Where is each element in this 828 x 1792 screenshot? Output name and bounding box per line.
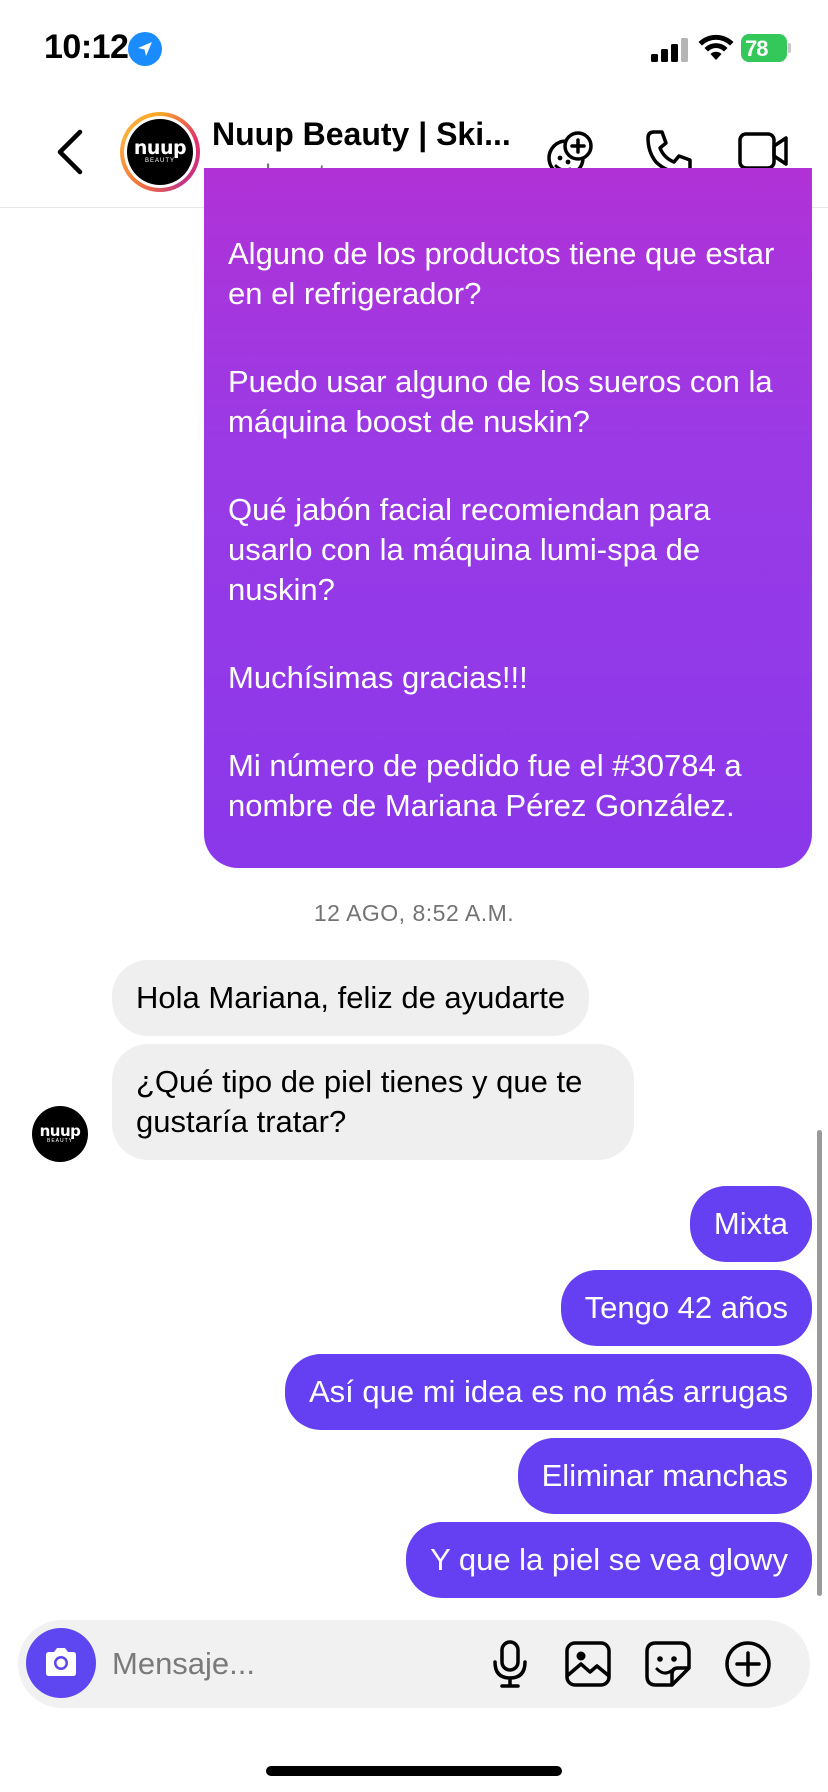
avatar-logo: nuup BEAUTY <box>127 119 193 185</box>
message-paragraph: Alguno de los productos tiene que estar … <box>228 236 775 311</box>
outgoing-message[interactable]: Así que mi idea es no más arrugas <box>284 1354 812 1430</box>
camera-icon[interactable] <box>26 1628 96 1698</box>
status-time: 10:12 <box>44 28 129 66</box>
battery-icon: 78 <box>741 34 791 62</box>
outgoing-message-long[interactable]: Alguno de los productos tiene que estar … <box>204 168 812 868</box>
message-thread: Alguno de los productos tiene que estar … <box>0 168 828 1608</box>
message-paragraph: Puedo usar alguno de los sueros con la m… <box>228 364 773 439</box>
message-paragraph: Muchísimas gracias!!! <box>228 660 528 695</box>
battery-percent: 78 <box>745 36 769 61</box>
outgoing-message[interactable]: Y que la piel se vea glowy <box>406 1522 812 1598</box>
message-input[interactable] <box>112 1638 472 1690</box>
logo-text: nuup <box>39 1122 81 1140</box>
logo-subtext: BEAUTY <box>46 1138 73 1144</box>
microphone-icon[interactable] <box>490 1640 530 1690</box>
outgoing-message[interactable]: Eliminar manchas <box>517 1438 812 1514</box>
sender-avatar[interactable]: nuup BEAUTY <box>32 1106 88 1162</box>
outgoing-message[interactable]: Mixta <box>689 1186 812 1262</box>
plus-icon[interactable] <box>724 1640 772 1688</box>
cellular-signal-icon <box>651 38 688 62</box>
wifi-icon <box>698 34 734 60</box>
location-arrow-icon <box>128 32 162 66</box>
battery-tip <box>788 43 791 53</box>
incoming-message[interactable]: Hola Mariana, feliz de ayudarte <box>112 960 590 1036</box>
sticker-icon[interactable] <box>644 1640 692 1688</box>
message-composer <box>18 1620 810 1708</box>
message-paragraph: Qué jabón facial recomiendan para usarlo… <box>228 492 711 607</box>
contact-name[interactable]: Nuup Beauty | Ski... <box>212 116 511 153</box>
status-bar: 10:12 78 <box>0 0 828 100</box>
message-paragraph: Mi número de pedido fue el #30784 a nomb… <box>228 748 742 823</box>
outgoing-message[interactable]: Tengo 42 años <box>560 1270 812 1346</box>
message-timestamp: 12 AGO, 8:52 A.M. <box>313 900 515 926</box>
avatar-ring-inner: nuup BEAUTY <box>124 116 196 188</box>
battery-level: 78 <box>741 34 787 62</box>
incoming-message[interactable]: ¿Qué tipo de piel tienes y que te gustar… <box>112 1044 634 1160</box>
logo-subtext: BEAUTY <box>144 158 175 164</box>
contact-avatar[interactable]: nuup BEAUTY <box>120 112 200 192</box>
gallery-icon[interactable] <box>564 1640 612 1688</box>
scrollbar[interactable] <box>817 1130 822 1596</box>
back-icon[interactable] <box>50 126 90 178</box>
logo-text: nuup <box>133 137 187 159</box>
home-indicator[interactable] <box>266 1766 562 1776</box>
